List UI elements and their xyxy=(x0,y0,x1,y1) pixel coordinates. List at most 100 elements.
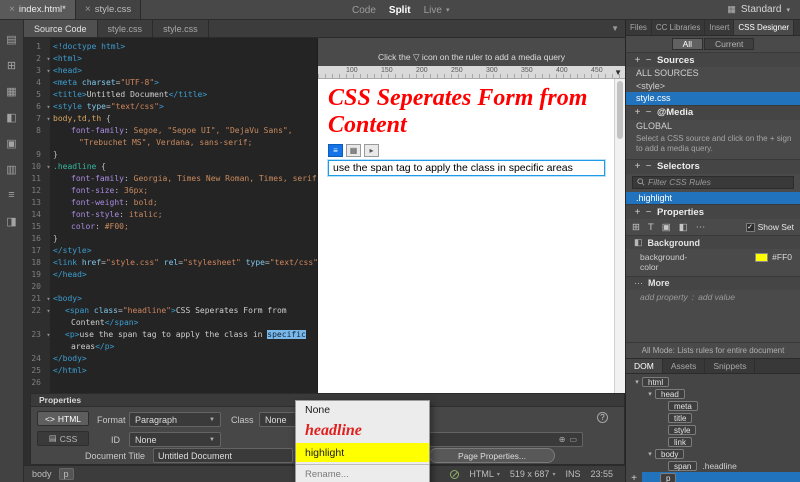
code-row[interactable]: 13font-weight: bold; xyxy=(24,197,317,209)
media-query-marker-icon[interactable]: ▼ xyxy=(614,68,622,77)
tab-assets[interactable]: Assets xyxy=(663,359,706,373)
viewport-size-label[interactable]: 519 x 687 xyxy=(510,469,550,479)
code-row[interactable]: 1<!doctype html> xyxy=(24,41,317,53)
dom-element-chip[interactable]: html xyxy=(642,377,669,387)
selected-paragraph[interactable]: use the span tag to apply the class in s… xyxy=(328,160,605,176)
code-row[interactable]: Content</span> xyxy=(24,317,317,329)
code-row[interactable]: 22▾<span class="headline">CSS Seperates … xyxy=(24,305,317,317)
doc-tab-index-html[interactable]: × index.html* xyxy=(0,0,76,19)
code-row[interactable]: 12font-size: 36px; xyxy=(24,185,317,197)
tab-cc-libraries[interactable]: CC Libraries xyxy=(652,20,705,35)
id-dropdown[interactable]: None ▼ xyxy=(129,432,221,447)
menu-item-highlight[interactable]: highlight xyxy=(296,443,429,462)
format-dropdown[interactable]: Paragraph ▼ xyxy=(129,412,221,427)
dom-element-chip[interactable]: body xyxy=(655,449,684,459)
panels-icon[interactable]: ◨ xyxy=(0,208,24,234)
code-row[interactable]: 23▾<p>use the span tag to apply the clas… xyxy=(24,329,317,341)
expand-arrow-icon[interactable]: ▾ xyxy=(645,390,655,398)
help-icon[interactable]: ? xyxy=(597,412,608,423)
tab-insert[interactable]: Insert xyxy=(705,20,734,35)
dom-tree-row[interactable]: meta xyxy=(626,400,800,412)
code-row[interactable]: 15color: #F00; xyxy=(24,221,317,233)
remove-selector-button[interactable]: − xyxy=(643,161,654,172)
code-row[interactable]: 17</style> xyxy=(24,245,317,257)
fold-arrow-icon[interactable]: ▾ xyxy=(44,329,53,341)
filter-icon[interactable]: ▼ xyxy=(611,24,619,33)
expand-arrow-icon[interactable]: ▾ xyxy=(632,378,642,386)
code-row[interactable]: 19</head> xyxy=(24,269,317,281)
point-to-file-icon[interactable]: ⊕ xyxy=(559,435,566,444)
border-icon[interactable]: ▣ xyxy=(662,222,671,233)
format-menu-icon[interactable]: ≡ xyxy=(328,144,343,157)
dom-tree-row[interactable]: title xyxy=(626,412,800,424)
inspect-icon[interactable]: ▣ xyxy=(0,130,24,156)
code-row[interactable]: 6▾<style type="text/css"> xyxy=(24,101,317,113)
code-row[interactable]: 26 xyxy=(24,377,317,389)
code-row[interactable]: 9} xyxy=(24,149,317,161)
scrollbar-thumb[interactable] xyxy=(617,81,623,139)
menu-item-rename[interactable]: Rename... xyxy=(296,467,429,481)
add-property-placeholder[interactable]: add property xyxy=(640,292,688,302)
code-row[interactable]: 8font-family: Segoe, "Segoe UI", "DejaVu… xyxy=(24,125,317,137)
current-button[interactable]: Current xyxy=(704,38,754,50)
source-item-all[interactable]: ALL SOURCES xyxy=(626,67,800,80)
remove-source-button[interactable]: − xyxy=(643,55,654,66)
code-view-button[interactable]: Code xyxy=(352,5,376,16)
related-tab-source-code[interactable]: Source Code xyxy=(24,20,98,37)
fold-arrow-icon[interactable]: ▾ xyxy=(44,53,53,65)
add-media-button[interactable]: + xyxy=(632,107,643,118)
extract-icon[interactable]: ◧ xyxy=(0,104,24,130)
code-row[interactable]: 24</body> xyxy=(24,353,317,365)
code-row[interactable]: 11font-family: Georgia, Times New Roman,… xyxy=(24,173,317,185)
code-row[interactable]: areas</p> xyxy=(24,341,317,353)
code-row[interactable]: 20 xyxy=(24,281,317,293)
code-row[interactable]: 5<title>Untitled Document</title> xyxy=(24,89,317,101)
related-tab-style-css-1[interactable]: style.css xyxy=(98,20,154,37)
page-properties-button[interactable]: Page Properties... xyxy=(429,448,555,463)
tab-dom[interactable]: DOM xyxy=(626,359,663,373)
remove-property-button[interactable]: − xyxy=(643,207,654,218)
css-mode-button[interactable]: ▤ CSS xyxy=(37,431,89,446)
browse-folder-icon[interactable]: ▭ xyxy=(569,435,577,444)
dom-element-chip[interactable]: span xyxy=(668,461,697,471)
code-row[interactable]: 3▾<head> xyxy=(24,65,317,77)
more-icon[interactable]: ⋯ xyxy=(696,222,706,233)
chevron-down-icon[interactable]: ▾ xyxy=(497,471,500,478)
workspace-switcher[interactable]: ▦ Standard ▾ xyxy=(717,0,800,19)
dom-tree-row[interactable]: ▾html xyxy=(626,376,800,388)
dom-element-chip[interactable]: title xyxy=(668,413,692,423)
tag-selector-body[interactable]: body xyxy=(32,469,52,479)
code-row[interactable]: 7▾body,td,th { xyxy=(24,113,317,125)
text-icon[interactable]: T xyxy=(648,222,654,233)
expand-arrow-icon[interactable]: ▾ xyxy=(645,450,655,458)
add-element-button[interactable]: + xyxy=(626,472,642,482)
ruler[interactable]: 100 150 200 250 300 350 400 450 ▼ xyxy=(318,66,625,79)
link-field[interactable]: ⊕ ▭ xyxy=(429,432,583,447)
all-button[interactable]: All xyxy=(672,38,703,50)
live-view-button[interactable]: Live xyxy=(424,5,442,16)
fold-arrow-icon[interactable]: ▾ xyxy=(44,305,53,317)
add-value-placeholder[interactable]: add value xyxy=(698,292,735,302)
dom-tree-row[interactable]: link xyxy=(626,436,800,448)
code-row[interactable]: 18<link href="style.css" rel="stylesheet… xyxy=(24,257,317,269)
close-icon[interactable]: × xyxy=(85,5,91,15)
dom-element-chip[interactable]: style xyxy=(668,425,696,435)
code-row[interactable]: 25</html> xyxy=(24,365,317,377)
fold-arrow-icon[interactable]: ▾ xyxy=(44,113,53,125)
lint-status-icon[interactable] xyxy=(450,470,459,479)
fold-arrow-icon[interactable]: ▾ xyxy=(44,293,53,305)
tag-selector-p[interactable]: p xyxy=(59,468,74,480)
selector-item-highlight[interactable]: .highlight xyxy=(626,192,800,205)
add-property-button[interactable]: + xyxy=(632,207,643,218)
live-headline[interactable]: CSS Seperates Form from Content xyxy=(328,85,608,139)
document-title-field[interactable] xyxy=(153,448,293,463)
checkbox-checked-icon[interactable]: ✓ xyxy=(746,223,755,232)
media-item-global[interactable]: GLOBAL xyxy=(626,120,800,133)
dom-element-chip[interactable]: meta xyxy=(668,401,698,411)
fold-arrow-icon[interactable]: ▾ xyxy=(44,101,53,113)
source-item-style-tag[interactable]: <style> xyxy=(626,80,800,93)
doc-type-label[interactable]: HTML xyxy=(469,469,494,479)
add-selector-button[interactable]: + xyxy=(632,161,643,172)
insert-panel-icon[interactable]: ⊞ xyxy=(0,52,24,78)
dom-element-chip[interactable]: head xyxy=(655,389,685,399)
